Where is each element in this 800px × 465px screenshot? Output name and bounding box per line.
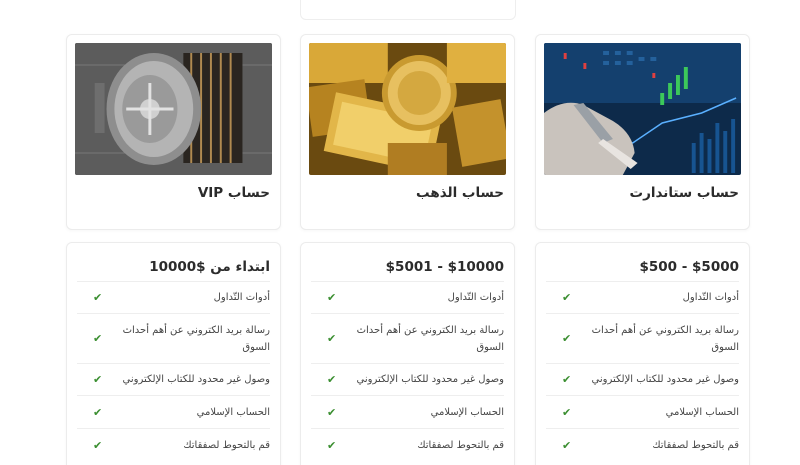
list-item: وصول غير محدود للكتاب الإلكتروني ✔ [77, 363, 270, 395]
feature-text: وصول غير محدود للكتاب الإلكتروني [122, 374, 270, 385]
price-range: $500 - $5000 [639, 259, 739, 275]
feature-text: رسالة بريد الكتروني عن أهم أحداث السوق [356, 324, 504, 353]
list-item: قم بالتحوط لصفقاتك ✔ [77, 428, 270, 461]
list-item: قم بالتحوط لصفقاتك ✔ [311, 428, 504, 461]
account-title: حساب ستاندارت [629, 185, 740, 201]
list-item: وصول غير محدود للكتاب الإلكتروني ✔ [311, 363, 504, 395]
account-card-gold[interactable]: حساب الذهب [300, 34, 515, 230]
check-icon: ✔ [93, 291, 103, 304]
feature-text: وصول غير محدود للكتاب الإلكتروني [356, 374, 504, 385]
check-icon: ✔ [327, 291, 337, 304]
check-icon: ✔ [562, 291, 572, 304]
check-icon: ✔ [327, 373, 337, 386]
list-item: رسالة بريد الكتروني عن أهم أحداث السوق ✔ [77, 313, 270, 363]
check-icon: ✔ [93, 405, 103, 419]
check-icon: ✔ [562, 332, 572, 345]
feature-list: أدوات التّداول ✔ رسالة بريد الكتروني عن أ… [546, 281, 739, 461]
feature-text: وصول غير محدود للكتاب الإلكتروني [591, 374, 739, 385]
check-icon: ✔ [327, 332, 337, 345]
check-icon: ✔ [93, 438, 103, 452]
gold-bars-image [309, 43, 506, 175]
list-item: قم بالتحوط لصفقاتك ✔ [546, 428, 739, 461]
list-item: رسالة بريد الكتروني عن أهم أحداث السوق ✔ [546, 313, 739, 363]
list-item: رسالة بريد الكتروني عن أهم أحداث السوق ✔ [311, 313, 504, 363]
account-card-standard[interactable]: حساب ستاندارت [535, 34, 750, 230]
list-item: أدوات التّداول ✔ [77, 281, 270, 313]
price-card-vip: ابتداء من $10000 أدوات التّداول ✔ رسالة ب… [66, 242, 281, 465]
price-card-gold: $5001 - $10000 أدوات التّداول ✔ رسالة بري… [300, 242, 515, 465]
check-icon: ✔ [562, 373, 572, 386]
top-card-stub [300, 0, 516, 20]
price-range: $5001 - $10000 [385, 259, 504, 275]
feature-text: الحساب الإسلامي [196, 406, 270, 418]
feature-text: أدوات التّداول [213, 292, 270, 303]
price-card-standard: $500 - $5000 أدوات التّداول ✔ رسالة بريد … [535, 242, 750, 465]
check-icon: ✔ [562, 438, 572, 452]
check-icon: ✔ [327, 405, 337, 419]
feature-text: قم بالتحوط لصفقاتك [652, 439, 739, 451]
feature-text: الحساب الإسلامي [665, 406, 739, 418]
feature-text: قم بالتحوط لصفقاتك [417, 439, 504, 451]
check-icon: ✔ [93, 373, 103, 386]
list-item: أدوات التّداول ✔ [311, 281, 504, 313]
list-item: أدوات التّداول ✔ [546, 281, 739, 313]
check-icon: ✔ [562, 405, 572, 419]
trading-chart-image [544, 43, 741, 175]
feature-text: قم بالتحوط لصفقاتك [183, 439, 270, 451]
list-item: الحساب الإسلامي ✔ [546, 395, 739, 428]
check-icon: ✔ [327, 438, 337, 452]
feature-text: أدوات التّداول [447, 292, 504, 303]
feature-text: رسالة بريد الكتروني عن أهم أحداث السوق [591, 324, 739, 353]
account-card-vip[interactable]: حساب VIP [66, 34, 281, 230]
account-title: حساب الذهب [416, 185, 504, 201]
feature-list: أدوات التّداول ✔ رسالة بريد الكتروني عن أ… [311, 281, 504, 461]
feature-text: رسالة بريد الكتروني عن أهم أحداث السوق [122, 324, 270, 353]
account-title: حساب VIP [197, 185, 270, 201]
price-range: ابتداء من $10000 [149, 259, 270, 275]
check-icon: ✔ [93, 332, 103, 345]
feature-text: أدوات التّداول [682, 292, 739, 303]
list-item: الحساب الإسلامي ✔ [311, 395, 504, 428]
feature-text: الحساب الإسلامي [430, 406, 504, 418]
feature-list: أدوات التّداول ✔ رسالة بريد الكتروني عن أ… [77, 281, 270, 461]
list-item: الحساب الإسلامي ✔ [77, 395, 270, 428]
list-item: وصول غير محدود للكتاب الإلكتروني ✔ [546, 363, 739, 395]
vault-door-image [75, 43, 272, 175]
